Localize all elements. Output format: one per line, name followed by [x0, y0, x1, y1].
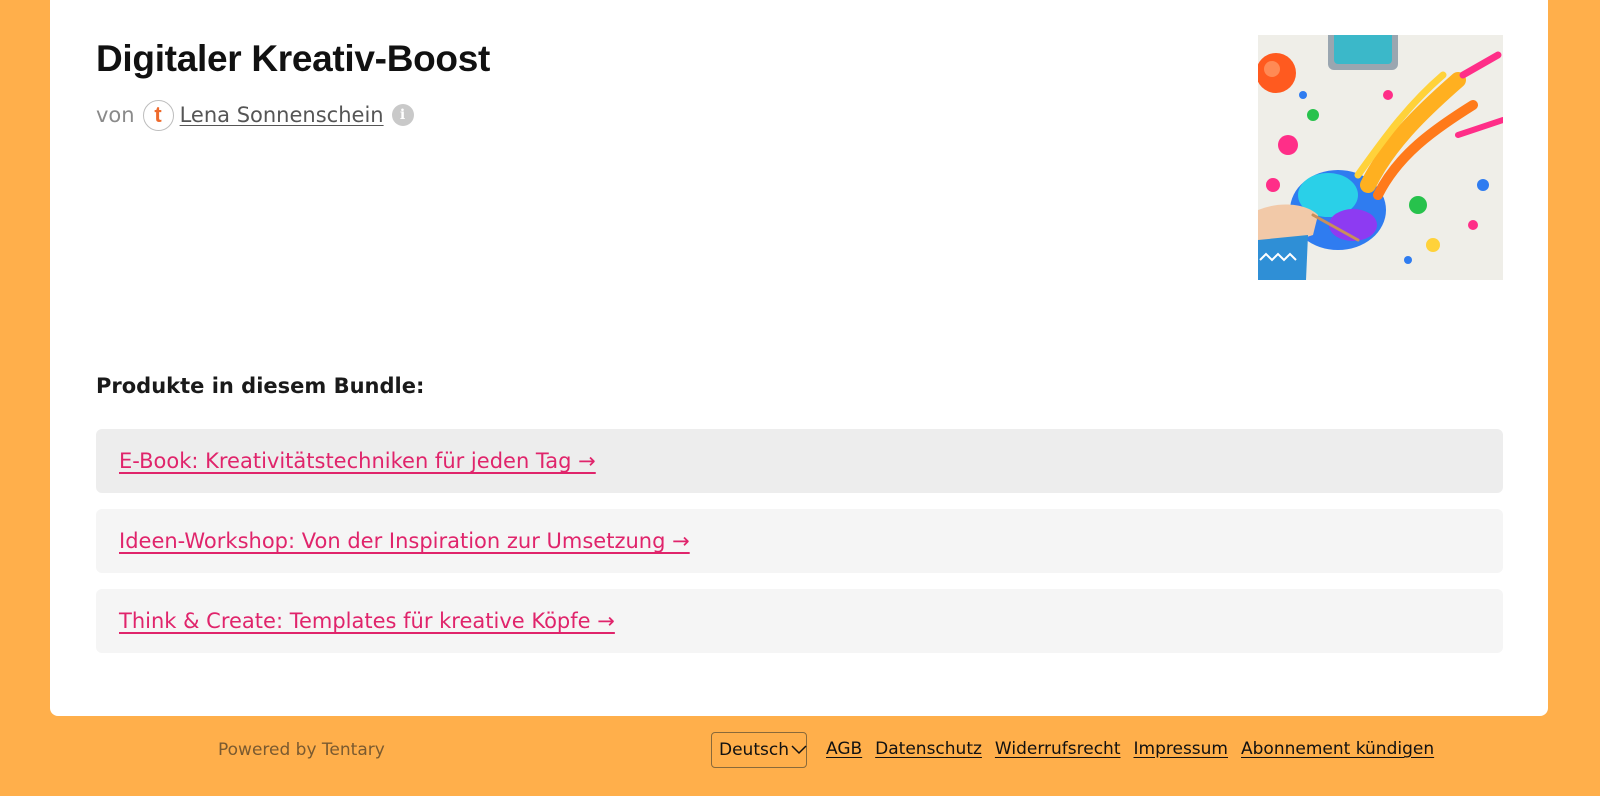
footer-links: AGB Datenschutz Widerrufsrecht Impressum…: [826, 739, 1434, 759]
widerrufsrecht-link[interactable]: Widerrufsrecht: [995, 739, 1121, 759]
language-selected: Deutsch: [719, 740, 789, 760]
chevron-down-icon: [791, 745, 807, 755]
author-byline: von t Lena Sonnenschein i: [96, 98, 414, 132]
footer: Powered by Tentary Deutsch AGB Datenschu…: [0, 716, 1600, 796]
author-link[interactable]: Lena Sonnenschein: [180, 103, 384, 127]
paint-splash-image: [1258, 35, 1503, 280]
avatar: t: [142, 99, 174, 131]
by-prefix: von: [96, 103, 135, 127]
cover-image: [1258, 35, 1503, 280]
products-section-title: Produkte in diesem Bundle:: [96, 374, 425, 398]
language-select[interactable]: Deutsch: [711, 732, 807, 768]
product-link[interactable]: Think & Create: Templates für kreative K…: [119, 609, 615, 633]
datenschutz-link[interactable]: Datenschutz: [875, 739, 982, 759]
product-item: Ideen-Workshop: Von der Inspiration zur …: [96, 509, 1503, 573]
product-item: Think & Create: Templates für kreative K…: [96, 589, 1503, 653]
impressum-link[interactable]: Impressum: [1134, 739, 1229, 759]
product-link[interactable]: E-Book: Kreativitätstechniken für jeden …: [119, 449, 596, 473]
product-link[interactable]: Ideen-Workshop: Von der Inspiration zur …: [119, 529, 690, 553]
page-title: Digitaler Kreativ-Boost: [96, 38, 491, 79]
bundle-card: Digitaler Kreativ-Boost von t Lena Sonne…: [50, 0, 1548, 716]
info-icon[interactable]: i: [391, 104, 414, 126]
product-item: E-Book: Kreativitätstechniken für jeden …: [96, 429, 1503, 493]
cancel-subscription-link[interactable]: Abonnement kündigen: [1241, 739, 1434, 759]
agb-link[interactable]: AGB: [826, 739, 862, 759]
powered-by: Powered by Tentary: [218, 740, 385, 760]
